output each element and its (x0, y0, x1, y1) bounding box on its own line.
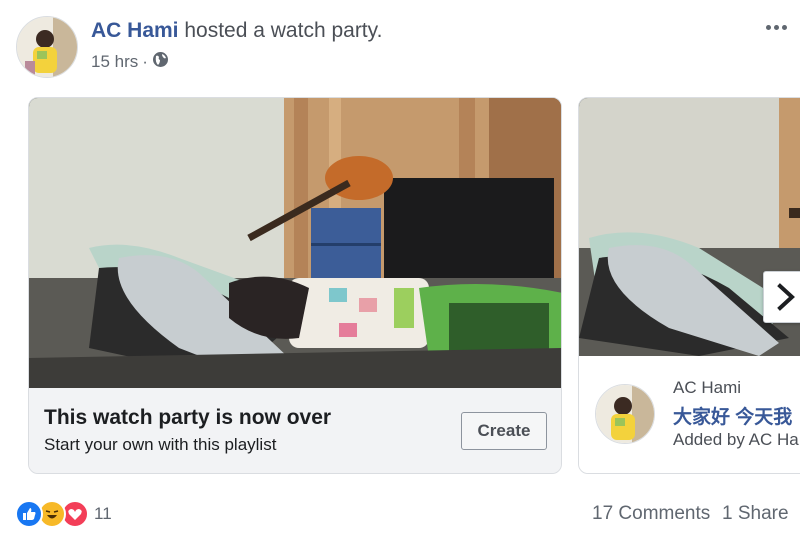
video-author-avatar[interactable] (595, 384, 655, 444)
post-meta: 15 hrs · (91, 51, 169, 73)
video-author-name[interactable]: AC Hami (673, 378, 741, 398)
meta-separator: · (142, 52, 148, 71)
watch-party-card[interactable]: This watch party is now over Start your … (28, 97, 562, 474)
chevron-right-icon[interactable] (763, 271, 800, 323)
create-button[interactable]: Create (461, 412, 547, 450)
shares-count-link[interactable]: 1 Share (722, 503, 789, 525)
added-by-text: Added by AC Ha (673, 430, 799, 449)
video-info: AC Hami 大家好 今天我 Added by AC Ha (579, 356, 800, 473)
post-header-text: AC Hami hosted a watch party. (91, 19, 382, 43)
comments-count-link[interactable]: 17 Comments (592, 503, 710, 525)
status-subtitle: Start your own with this playlist (44, 435, 277, 454)
post-timestamp[interactable]: 15 hrs (91, 52, 138, 72)
reactions-summary[interactable]: 11 (15, 500, 112, 528)
author-name-link[interactable]: AC Hami (91, 19, 179, 42)
author-avatar[interactable] (16, 16, 78, 78)
post-action-text: hosted a watch party. (178, 19, 383, 42)
like-icon (15, 500, 43, 528)
video-thumbnail[interactable] (29, 98, 561, 388)
reaction-count: 11 (94, 504, 112, 523)
globe-icon[interactable] (152, 51, 169, 73)
video-title-link[interactable]: 大家好 今天我 (673, 402, 792, 429)
watch-party-status: This watch party is now over Start your … (29, 388, 561, 473)
watch-party-post: AC Hami hosted a watch party. 15 hrs · T… (0, 0, 800, 540)
more-options-icon[interactable] (760, 16, 792, 38)
status-title: This watch party is now over (44, 406, 332, 429)
